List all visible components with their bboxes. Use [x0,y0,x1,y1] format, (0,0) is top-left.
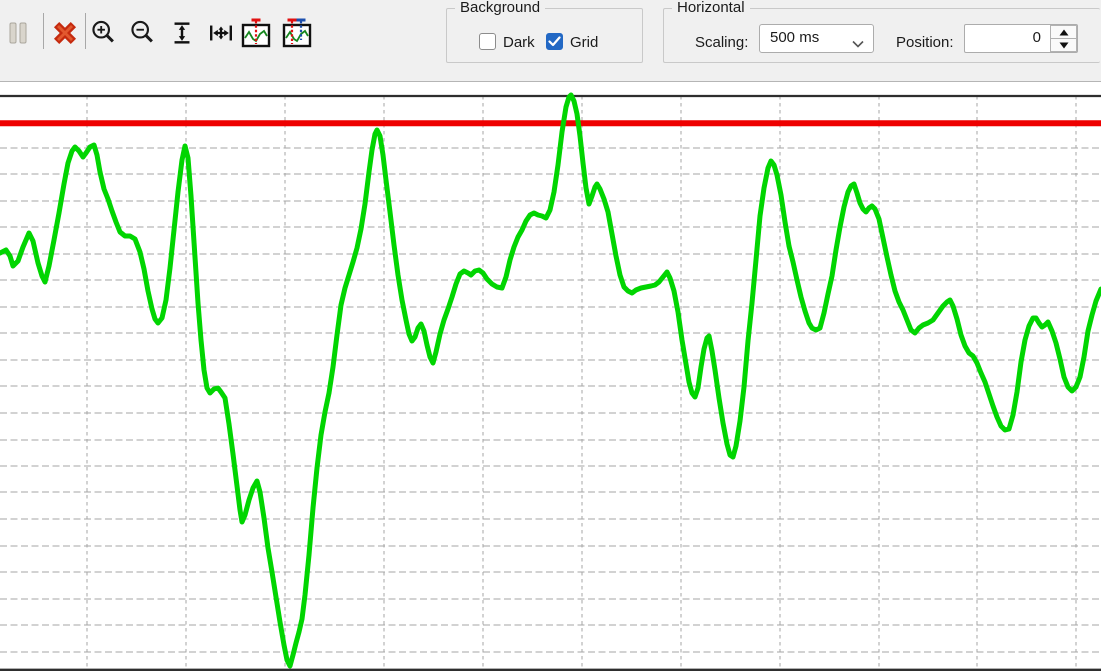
fit-horizontal-icon [207,19,235,50]
zoom-in-icon [90,19,118,50]
dark-checkbox-label: Dark [503,34,535,51]
spin-up-button[interactable] [1050,25,1077,39]
fit-vertical-icon [168,19,196,50]
fit-horizontal-button[interactable] [203,12,239,56]
scaling-value: 500 ms [770,29,819,46]
cursor-double-button[interactable] [279,12,315,56]
chevron-down-icon [852,35,864,53]
horizontal-group-title: Horizontal [672,0,750,16]
position-value: 0 [1033,29,1041,46]
dark-checkbox[interactable] [479,33,496,50]
zoom-out-icon [129,19,157,50]
position-spinbox[interactable]: 0 [964,24,1078,53]
fit-vertical-button[interactable] [164,12,200,56]
toolbar-separator [43,13,44,49]
grid-checkbox-label: Grid [570,34,598,51]
pause-button[interactable] [1,12,37,56]
background-group-title: Background [455,0,545,16]
clear-button[interactable] [47,12,83,56]
horizontal-group: Horizontal Scaling: 500 ms Position: 0 [663,8,1100,63]
signal-trace [0,95,1101,666]
grid-checkbox[interactable] [546,33,563,50]
scaling-select[interactable]: 500 ms [759,24,874,53]
signal-viewer-window: Background Dark Grid Horizontal Scaling:… [0,0,1101,671]
position-spin-buttons [1050,25,1077,52]
toolbar: Background Dark Grid Horizontal Scaling:… [0,0,1101,82]
red-x-icon [51,19,79,50]
zoom-out-button[interactable] [125,12,161,56]
pause-icon [9,22,29,47]
waveform-plot[interactable] [0,82,1101,671]
spin-down-button[interactable] [1050,39,1077,52]
zoom-in-button[interactable] [86,12,122,56]
position-label: Position: [896,34,954,51]
cursor-single-button[interactable] [238,12,274,56]
chart-red-blue-cursor-icon [282,17,312,52]
chart-red-cursor-icon [241,17,271,52]
background-group: Background Dark Grid [446,8,643,63]
scaling-label: Scaling: [695,34,748,51]
